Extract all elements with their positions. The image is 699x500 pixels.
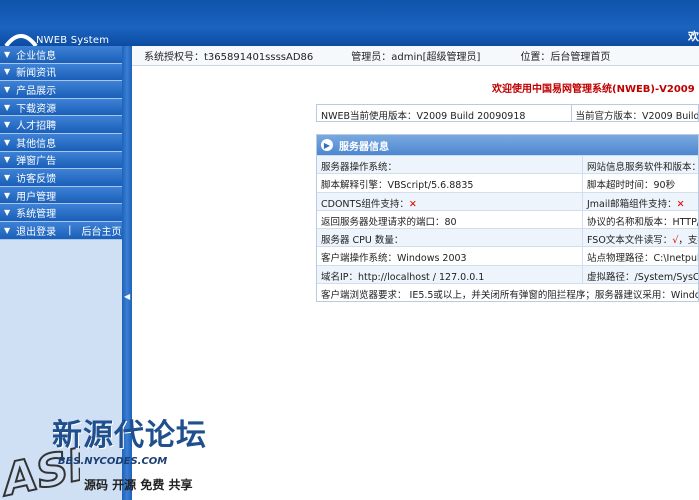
table-row: 脚本解释引擎：VBScript/5.6.8835 脚本超时时间：90秒 (317, 173, 698, 192)
info-bar: 系统授权号：t365891401ssssAD86 管理员：admin[超级管理员… (132, 46, 699, 66)
panel-title: 服务器信息 (339, 141, 389, 153)
cell-tail: ，支持 (678, 235, 698, 247)
sidebar-item-label: 产品展示 (16, 85, 57, 97)
version-row: NWEB当前使用版本：V2009 Build 20090918 当前官方版本：V… (316, 104, 699, 122)
official-version: 当前官方版本：V2009 Build (575, 111, 699, 121)
triangle-down-icon: ▼ (4, 225, 11, 235)
sidebar-item-other-info[interactable]: ▼ 其他信息 (0, 133, 128, 152)
table-cell: 协议的名称和版本：HTTP/1.1 (587, 216, 698, 228)
sidebar-item-downloads[interactable]: ▼ 下载资源 (0, 98, 128, 117)
cell-label: Jmail邮箱组件支持： (587, 198, 677, 210)
welcome-text: 欢迎使用中国易网管理系统(NWEB)-V2009 (492, 84, 695, 95)
table-cell: 脚本超时时间：90秒 (587, 180, 676, 192)
table-cell: 域名IP：http://localhost / 127.0.0.1 (317, 265, 583, 284)
sidebar-item-company-info[interactable]: ▼ 企业信息 (0, 46, 128, 64)
browser-requirement: 客户端浏览器要求： IE5.5或以上，并关闭所有弹窗的阻拦程序；服务器建议采用：… (321, 290, 698, 302)
sidebar-item-system[interactable]: ▼ 系统管理 (0, 204, 128, 222)
banner-right-text: 欢 (688, 30, 699, 43)
cross-icon: ✕ (408, 198, 417, 210)
location-breadcrumb: 位置：后台管理首页 (520, 52, 611, 63)
table-cell: Jmail邮箱组件支持：✕ (583, 193, 698, 210)
table-row: CDONTS组件支持：✕ Jmail邮箱组件支持：✕ (317, 191, 698, 210)
triangle-down-icon: ▼ (4, 155, 11, 165)
table-row: 返回服务器处理请求的端口：80 协议的名称和版本：HTTP/1.1 (317, 209, 698, 229)
sidebar-item-popup-ads[interactable]: ▼ 弹窗广告 (0, 151, 128, 170)
sidebar-item-label: 企业信息 (16, 50, 57, 62)
sidebar-footer-links: ▼ 退出登录 | 后台主页 (0, 221, 128, 240)
triangle-down-icon: ▼ (4, 67, 11, 77)
separator: | (68, 224, 72, 236)
watermark-slogan: 源码 开源 免费 共享 (84, 478, 193, 492)
server-info-panel: ▶ 服务器信息 服务器操作系统： 网站信息服务软件和版本：Mi 脚本解释引擎：V… (316, 134, 699, 303)
table-cell: 返回服务器处理请求的端口：80 (317, 210, 583, 229)
sidebar-item-label: 系统管理 (16, 209, 57, 221)
nweb-logo-icon (4, 34, 38, 48)
top-banner: NWEB System 欢 (0, 0, 699, 48)
arrow-circle-icon: ▶ (321, 139, 333, 151)
sidebar-item-products[interactable]: ▼ 产品展示 (0, 81, 128, 99)
sidebar-item-label: 下载资源 (16, 103, 57, 115)
triangle-down-icon: ▼ (4, 208, 11, 218)
home-link[interactable]: 后台主页 (82, 223, 122, 238)
watermark-title: 新源代论坛 (52, 418, 207, 453)
triangle-down-icon: ▼ (4, 102, 11, 112)
table-row: 服务器操作系统： 网站信息服务软件和版本：Mi (317, 155, 698, 174)
current-version: NWEB当前使用版本：V2009 Build 20090918 (317, 105, 572, 121)
table-cell: 脚本解释引擎：VBScript/5.6.8835 (317, 174, 583, 192)
cross-icon: ✕ (676, 198, 685, 210)
table-cell: 服务器 CPU 数量： (317, 229, 583, 247)
table-row: 客户端操作系统：Windows 2003 站点物理路径：C:\Inetpub\w (317, 246, 698, 265)
triangle-down-icon: ▼ (4, 137, 11, 147)
cell-label: FSO文本文件读写： (587, 235, 673, 247)
table-row: 服务器 CPU 数量： FSO文本文件读写：√，支持 (317, 228, 698, 247)
table-cell: 服务器操作系统： (317, 156, 583, 174)
sidebar-item-label: 弹窗广告 (16, 156, 57, 168)
watermark-url: BBS.NYCODES.COM (58, 456, 168, 467)
triangle-down-icon: ▼ (4, 49, 11, 59)
admin-info: 管理员：admin[超级管理员] (351, 52, 481, 63)
sidebar-item-label: 访客反馈 (16, 173, 57, 185)
table-cell: 客户端操作系统：Windows 2003 (317, 247, 583, 265)
panel-header: ▶ 服务器信息 (317, 135, 698, 155)
sidebar-item-label: 人才招聘 (16, 121, 57, 133)
sidebar-item-feedback[interactable]: ▼ 访客反馈 (0, 169, 128, 187)
cell-label: CDONTS组件支持： (321, 198, 409, 210)
table-row: 域名IP：http://localhost / 127.0.0.1 虚拟路径：/… (317, 264, 698, 284)
watermark: ASP 新源代论坛 BBS.NYCODES.COM 源码 开源 免费 共享 (0, 400, 230, 500)
triangle-down-icon: ▼ (4, 172, 11, 182)
table-row: 客户端浏览器要求： IE5.5或以上，并关闭所有弹窗的阻拦程序；服务器建议采用：… (317, 283, 698, 301)
sidebar-item-users[interactable]: ▼ 用户管理 (0, 186, 128, 205)
triangle-down-icon: ▼ (4, 84, 11, 94)
sidebar-item-news[interactable]: ▼ 新闻资讯 (0, 63, 128, 82)
triangle-down-icon: ▼ (4, 120, 11, 130)
sidebar-item-jobs[interactable]: ▼ 人才招聘 (0, 116, 128, 134)
sidebar-item-label: 用户管理 (16, 191, 57, 203)
table-cell: 站点物理路径：C:\Inetpub\w (587, 253, 698, 265)
logout-link[interactable]: 退出登录 (16, 223, 56, 238)
triangle-down-icon: ▼ (4, 190, 11, 200)
table-cell: 网站信息服务软件和版本：Mi (587, 162, 698, 173)
table-cell: FSO文本文件读写：√，支持 (583, 229, 698, 246)
sidebar-item-label: 新闻资讯 (16, 68, 57, 80)
table-cell: 虚拟路径：/System/SysCome. (587, 271, 698, 283)
brand-name: NWEB System (36, 35, 110, 46)
license-number: 系统授权号：t365891401ssssAD86 (144, 52, 314, 63)
sidebar-item-label: 其他信息 (16, 138, 57, 150)
table-cell: CDONTS组件支持：✕ (317, 192, 583, 210)
collapse-arrow-icon[interactable]: ◀ (124, 292, 130, 301)
